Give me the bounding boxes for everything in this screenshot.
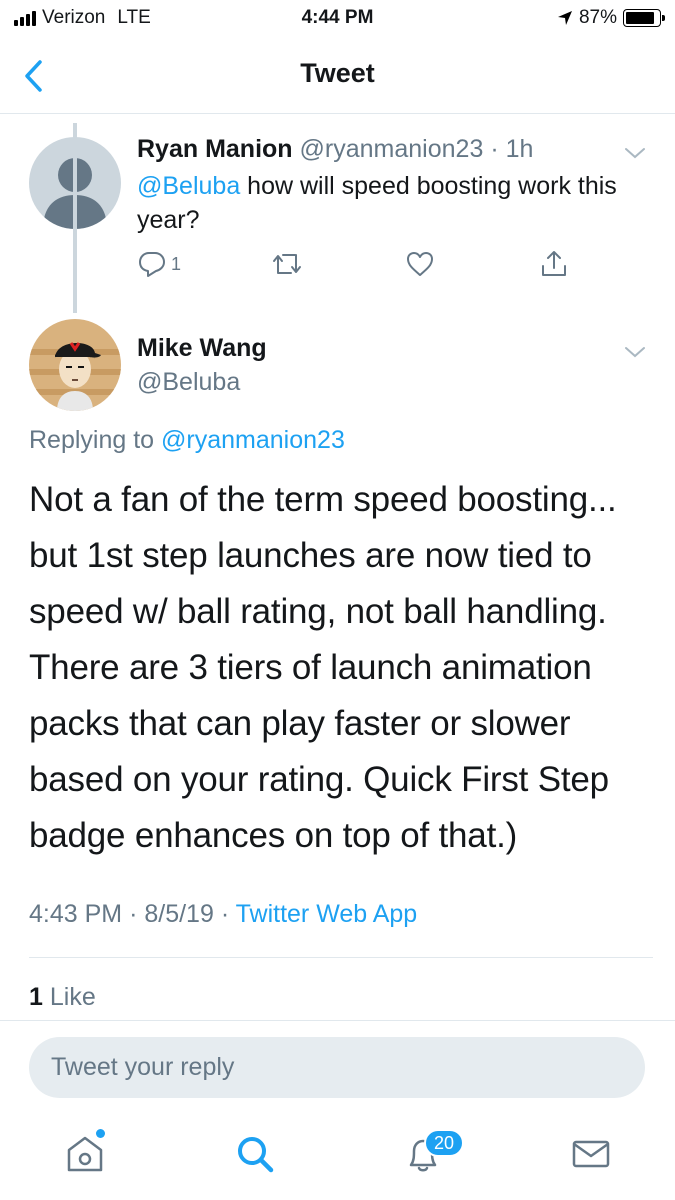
chevron-down-icon[interactable] <box>623 145 647 161</box>
replying-to-link[interactable]: @ryanmanion23 <box>161 426 345 454</box>
tab-home[interactable] <box>60 1132 110 1178</box>
like-button[interactable] <box>405 249 435 279</box>
reply-input[interactable]: Tweet your reply <box>29 1037 645 1098</box>
navigation-header: Tweet <box>0 38 675 114</box>
tweet-text: Not a fan of the term speed boosting... … <box>29 480 617 855</box>
reply-icon <box>139 252 165 277</box>
retweet-button[interactable] <box>271 249 303 279</box>
home-icon <box>67 1136 103 1172</box>
like-count: 1 <box>29 983 43 1011</box>
separator: · <box>220 900 230 928</box>
separator: · <box>129 900 138 928</box>
tweet-source-link[interactable]: Twitter Web App <box>236 900 418 928</box>
replying-to-label: Replying to <box>29 426 162 454</box>
replying-to: Replying to @ryanmanion23 <box>29 426 345 455</box>
tweet-time: 1h <box>505 135 534 163</box>
divider <box>0 1020 675 1021</box>
status-bar: Verizon LTE 4:44 PM 87% <box>0 0 675 38</box>
share-button[interactable] <box>539 249 569 279</box>
notifications-badge: 20 <box>424 1129 464 1157</box>
like-icon <box>407 252 433 276</box>
author-handle[interactable]: @Beluba <box>137 368 240 397</box>
parent-tweet[interactable]: Ryan Manion @ryanmanion23 · 1h @Beluba h… <box>0 115 675 310</box>
tab-messages[interactable] <box>566 1132 616 1178</box>
author-avatar[interactable] <box>29 319 121 411</box>
location-arrow-icon <box>557 11 572 25</box>
author-name[interactable]: Ryan Manion <box>137 135 293 163</box>
tab-search[interactable] <box>230 1132 280 1178</box>
search-icon <box>238 1137 274 1173</box>
divider <box>29 957 653 958</box>
page-title: Tweet <box>300 58 375 88</box>
home-unread-dot <box>96 1129 105 1138</box>
reply-count: 1 <box>171 253 182 274</box>
separator: · <box>490 135 499 163</box>
battery-fill <box>626 12 654 24</box>
tweet-metadata: 4:43 PM · 8/5/19 · Twitter Web App <box>29 900 417 929</box>
reply-button[interactable]: 1 <box>137 249 181 279</box>
status-bar-right: 87% <box>557 7 665 29</box>
parent-tweet-actions: 1 <box>137 249 577 285</box>
like-label: Like <box>49 983 96 1011</box>
mention-link[interactable]: @Beluba <box>137 172 240 200</box>
tweet-time: 4:43 PM <box>29 900 123 928</box>
parent-tweet-text: @Beluba how will speed boosting work thi… <box>137 169 637 237</box>
thread-connector-line <box>73 123 77 313</box>
author-name[interactable]: Mike Wang <box>137 334 267 363</box>
share-icon <box>542 251 566 276</box>
cartoon-avatar-image <box>29 319 121 411</box>
tab-bar: 20 <box>0 1110 675 1200</box>
tweet-date: 8/5/19 <box>144 900 214 928</box>
author-handle[interactable]: @ryanmanion23 <box>300 135 484 163</box>
messages-envelope-icon <box>572 1140 610 1168</box>
chevron-down-icon[interactable] <box>623 344 647 360</box>
retweet-icon <box>273 254 301 274</box>
parent-tweet-header: Ryan Manion @ryanmanion23 · 1h <box>137 135 533 164</box>
likes-count-link[interactable]: 1 Like <box>29 983 96 1012</box>
battery-icon <box>623 9 665 27</box>
battery-percent: 87% <box>578 7 617 28</box>
